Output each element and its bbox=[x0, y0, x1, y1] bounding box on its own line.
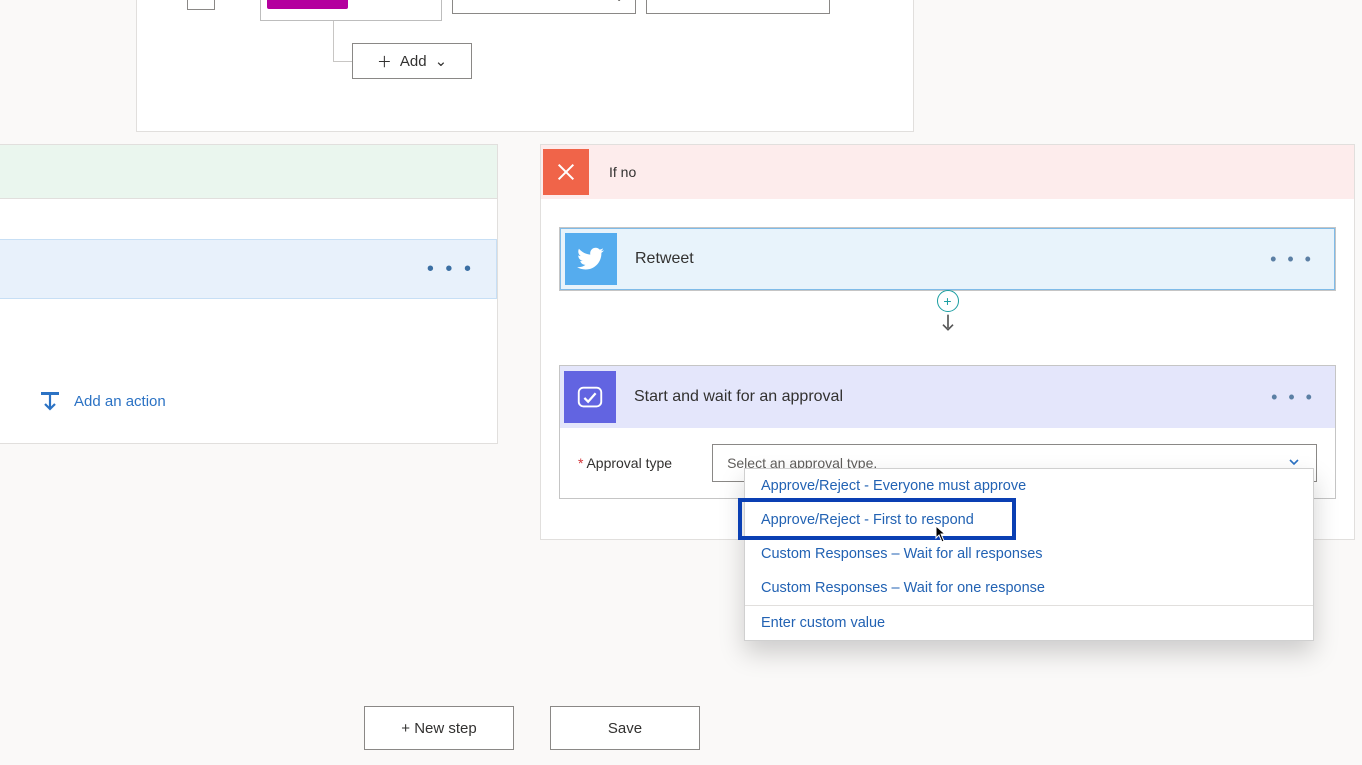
add-label: Add bbox=[400, 53, 427, 70]
close-icon[interactable]: × bbox=[335, 0, 342, 3]
condition-value-field[interactable]: todswor… × bbox=[260, 0, 442, 21]
more-icon[interactable]: • • • bbox=[1270, 249, 1314, 270]
dropdown-option-custom-one[interactable]: Custom Responses – Wait for one response bbox=[745, 571, 1313, 605]
dropdown-option-custom-all[interactable]: Custom Responses – Wait for all response… bbox=[745, 537, 1313, 571]
retweet-title: Retweet bbox=[635, 250, 1270, 268]
condition-operator-select[interactable]: ⌄ bbox=[452, 0, 636, 14]
retweet-header[interactable]: Retweet • • • bbox=[560, 228, 1335, 290]
dropdown-option-first[interactable]: Approve/Reject - First to respond bbox=[745, 503, 1313, 537]
condition-checkbox[interactable] bbox=[187, 0, 215, 10]
condition-compare-field[interactable] bbox=[646, 0, 830, 14]
required-indicator: * bbox=[578, 455, 583, 471]
chevron-down-icon: ⌄ bbox=[435, 52, 448, 70]
more-icon[interactable]: • • • bbox=[427, 258, 474, 281]
more-icon[interactable]: • • • bbox=[1271, 387, 1315, 408]
condition-add-row: ＋ Add ⌄ bbox=[352, 43, 472, 79]
insert-icon bbox=[38, 389, 62, 413]
connector: + bbox=[541, 290, 1354, 337]
approval-header[interactable]: Start and wait for an approval • • • bbox=[560, 366, 1335, 428]
tree-line bbox=[333, 61, 353, 62]
if-no-header: If no bbox=[541, 145, 1354, 199]
add-step-icon[interactable]: + bbox=[937, 290, 959, 312]
twitter-icon bbox=[565, 233, 617, 285]
approval-icon bbox=[564, 371, 616, 423]
approval-title: Start and wait for an approval bbox=[634, 388, 1271, 406]
chevron-down-icon: ⌄ bbox=[613, 0, 625, 5]
if-yes-header bbox=[0, 145, 497, 199]
dropdown-option-everyone[interactable]: Approve/Reject - Everyone must approve bbox=[745, 469, 1313, 503]
close-icon bbox=[543, 149, 589, 195]
if-yes-branch: • • • Add an action bbox=[0, 144, 498, 444]
approval-type-label: *Approval type bbox=[578, 455, 672, 471]
bottom-actions: + New step Save bbox=[364, 706, 700, 750]
arrow-down-icon bbox=[938, 312, 958, 337]
chip-label: todswor… bbox=[273, 0, 327, 3]
add-condition-button[interactable]: ＋ Add ⌄ bbox=[352, 43, 472, 79]
approval-type-dropdown: Approve/Reject - Everyone must approve A… bbox=[744, 468, 1314, 641]
add-action-label: Add an action bbox=[74, 393, 166, 410]
field-label-text: Approval type bbox=[586, 455, 672, 471]
if-no-title: If no bbox=[609, 164, 636, 180]
new-step-button[interactable]: + New step bbox=[364, 706, 514, 750]
retweet-card[interactable]: Retweet • • • bbox=[559, 227, 1336, 291]
add-action-button[interactable]: Add an action bbox=[38, 389, 166, 413]
input-value bbox=[657, 0, 661, 4]
select-value bbox=[463, 0, 467, 4]
plus-icon: ＋ bbox=[377, 51, 392, 72]
dynamic-content-chip[interactable]: todswor… × bbox=[267, 0, 348, 9]
yes-action-card[interactable]: • • • bbox=[0, 239, 497, 299]
save-button[interactable]: Save bbox=[550, 706, 700, 750]
condition-card: todswor… × ⌄ ＋ Add ⌄ bbox=[136, 0, 914, 132]
condition-row: todswor… × ⌄ bbox=[187, 0, 830, 21]
dropdown-option-custom-value[interactable]: Enter custom value bbox=[745, 605, 1313, 640]
